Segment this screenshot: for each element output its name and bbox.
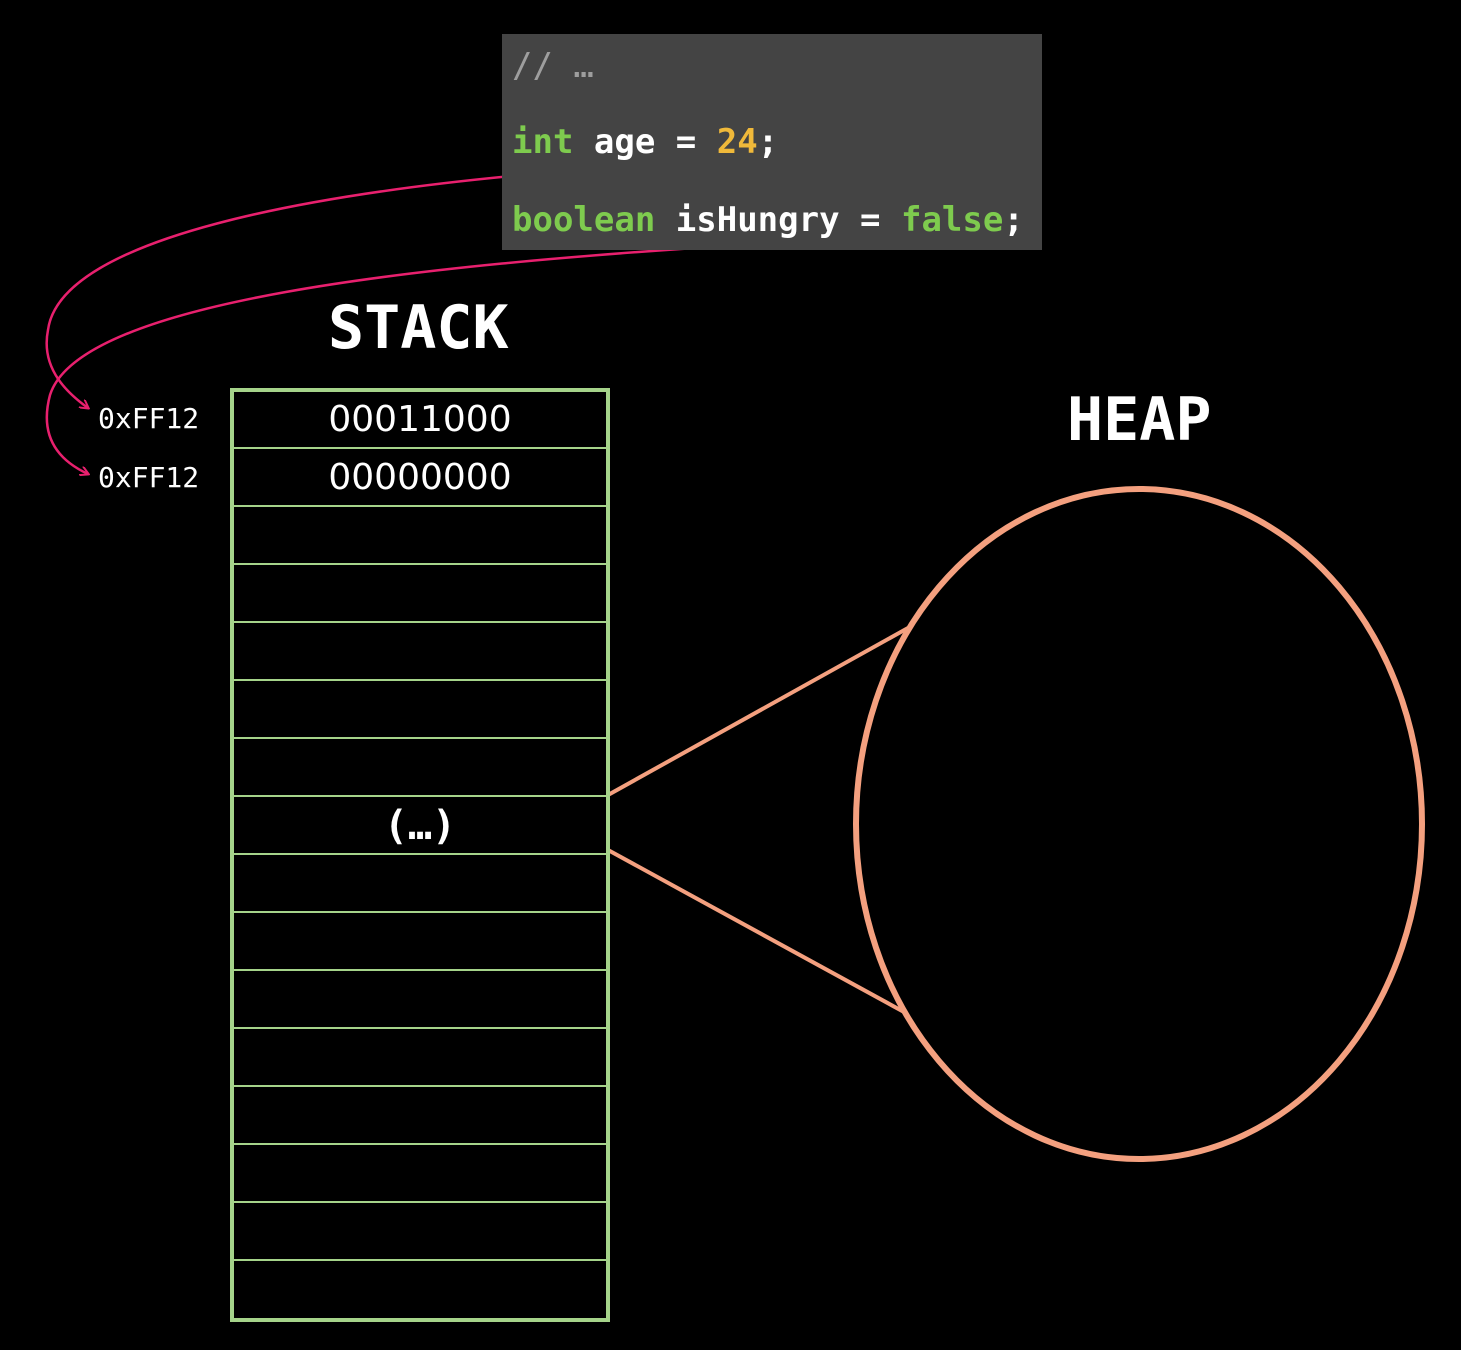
- stack-cell: [234, 1262, 606, 1319]
- stack-column: 00011000 00000000 (…): [230, 388, 610, 1322]
- stack-cell-value: 00011000: [328, 399, 512, 440]
- stack-cell: [234, 1204, 606, 1261]
- stack-cell: [234, 1088, 606, 1145]
- stack-cell: [234, 972, 606, 1029]
- value-24: 24: [716, 122, 758, 162]
- code-line-age: int age = 24;: [512, 122, 778, 162]
- var-ishungry: isHungry: [675, 200, 840, 240]
- stack-cell-value: 00000000: [328, 457, 512, 498]
- stack-cell: [234, 682, 606, 739]
- code-snippet: // … int age = 24; boolean isHungry = fa…: [502, 34, 1042, 250]
- ellipsis-label: (…): [383, 802, 457, 849]
- value-false: false: [900, 200, 1004, 240]
- address-label: 0xFF12: [98, 402, 200, 435]
- stack-cell: 00000000: [234, 450, 606, 507]
- keyword-boolean: boolean: [512, 200, 656, 240]
- stack-cell: [234, 740, 606, 797]
- stack-cell: [234, 566, 606, 623]
- stack-cell: [234, 1030, 606, 1087]
- heap-ellipse: [853, 486, 1425, 1162]
- semicolon: ;: [1003, 200, 1024, 240]
- heap-title: HEAP: [1067, 385, 1212, 455]
- code-comment: // …: [512, 46, 594, 86]
- semicolon: ;: [757, 122, 779, 162]
- stack-cell: [234, 856, 606, 913]
- stack-cell-ellipsis: (…): [234, 798, 606, 855]
- stack-cell: 00011000: [234, 392, 606, 449]
- var-age: age: [593, 122, 656, 162]
- stack-cell: [234, 914, 606, 971]
- stack-cell: [234, 508, 606, 565]
- stack-title: STACK: [328, 293, 509, 363]
- address-label: 0xFF12: [98, 461, 200, 494]
- assign-op: =: [655, 122, 717, 162]
- keyword-int: int: [512, 122, 574, 162]
- code-line-ishungry: boolean isHungry = false;: [512, 200, 1024, 240]
- stack-cell: [234, 624, 606, 681]
- stack-cell: [234, 1146, 606, 1203]
- assign-op: =: [839, 200, 901, 240]
- heap-connector-upper: [607, 626, 909, 797]
